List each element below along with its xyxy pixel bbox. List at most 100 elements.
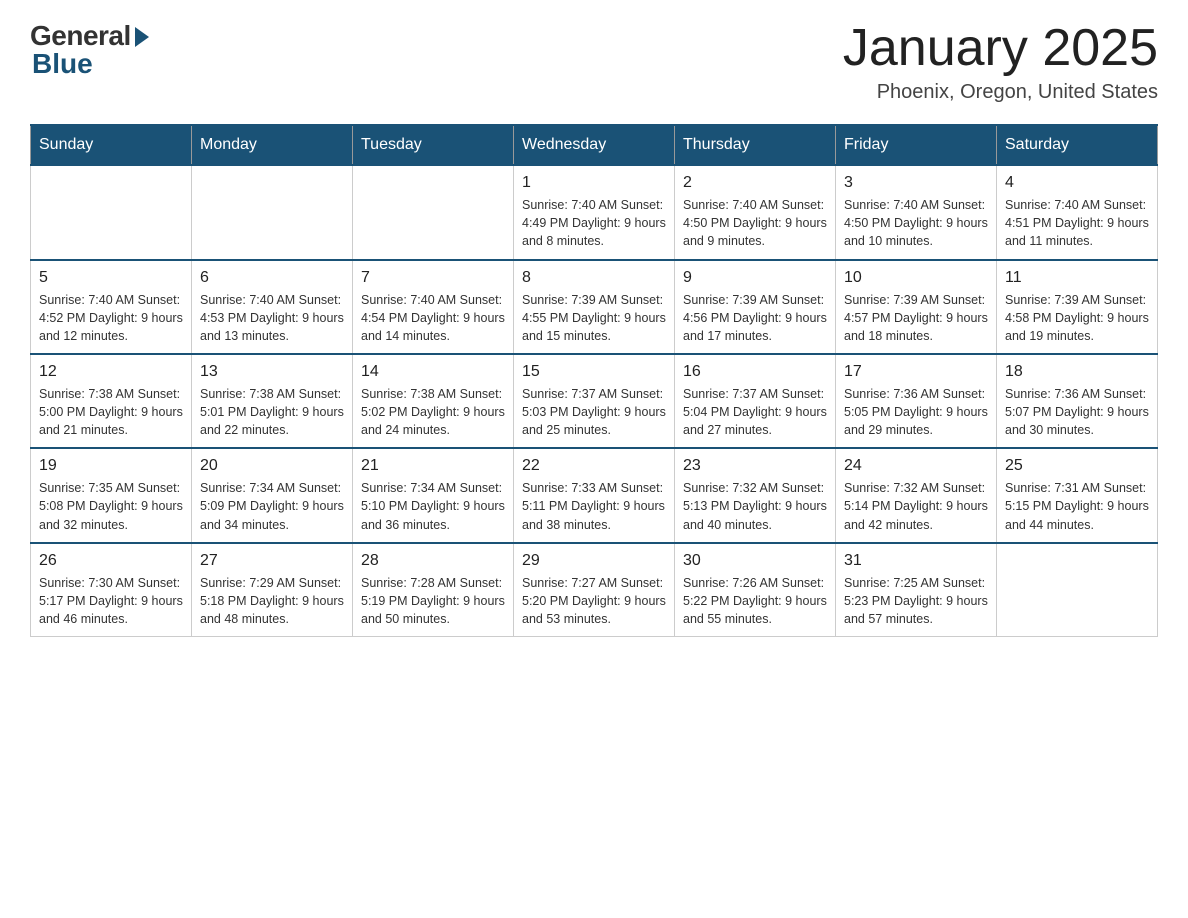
calendar-cell (31, 165, 192, 259)
day-number: 23 (683, 457, 827, 475)
day-info: Sunrise: 7:33 AM Sunset: 5:11 PM Dayligh… (522, 479, 666, 533)
day-info: Sunrise: 7:38 AM Sunset: 5:02 PM Dayligh… (361, 385, 505, 439)
day-info: Sunrise: 7:40 AM Sunset: 4:50 PM Dayligh… (683, 196, 827, 250)
calendar-cell: 4 Sunrise: 7:40 AM Sunset: 4:51 PM Daylig… (997, 165, 1158, 259)
location-text: Phoenix, Oregon, United States (843, 81, 1158, 104)
day-number: 7 (361, 269, 505, 287)
calendar-week-row: 12Sunrise: 7:38 AM Sunset: 5:00 PM Dayli… (31, 354, 1158, 448)
calendar-week-row: 19 Sunrise: 7:35 AM Sunset: 5:08 PM Dayli… (31, 448, 1158, 542)
calendar-cell: 30Sunrise: 7:26 AM Sunset: 5:22 PM Dayli… (675, 543, 836, 637)
title-section: January 2025 Phoenix, Oregon, United Sta… (843, 20, 1158, 104)
calendar-cell: 12Sunrise: 7:38 AM Sunset: 5:00 PM Dayli… (31, 354, 192, 448)
day-number: 2 (683, 174, 827, 192)
day-number: 20 (200, 457, 344, 475)
calendar-header-tuesday: Tuesday (353, 125, 514, 165)
day-number: 12 (39, 363, 183, 381)
logo: General Blue (30, 20, 149, 80)
day-info: Sunrise: 7:36 AM Sunset: 5:07 PM Dayligh… (1005, 385, 1149, 439)
calendar-cell: 18Sunrise: 7:36 AM Sunset: 5:07 PM Dayli… (997, 354, 1158, 448)
calendar-cell: 13 Sunrise: 7:38 AM Sunset: 5:01 PM Dayli… (192, 354, 353, 448)
day-info: Sunrise: 7:32 AM Sunset: 5:13 PM Dayligh… (683, 479, 827, 533)
day-info: Sunrise: 7:39 AM Sunset: 4:55 PM Dayligh… (522, 291, 666, 345)
day-number: 29 (522, 552, 666, 570)
day-number: 24 (844, 457, 988, 475)
calendar-cell: 9Sunrise: 7:39 AM Sunset: 4:56 PM Daylig… (675, 260, 836, 354)
day-info: Sunrise: 7:39 AM Sunset: 4:58 PM Dayligh… (1005, 291, 1149, 345)
logo-arrow-icon (135, 27, 149, 47)
calendar-cell: 23 Sunrise: 7:32 AM Sunset: 5:13 PM Dayli… (675, 448, 836, 542)
day-info: Sunrise: 7:40 AM Sunset: 4:53 PM Dayligh… (200, 291, 344, 345)
calendar-cell: 19 Sunrise: 7:35 AM Sunset: 5:08 PM Dayli… (31, 448, 192, 542)
day-info: Sunrise: 7:34 AM Sunset: 5:09 PM Dayligh… (200, 479, 344, 533)
calendar-cell: 14 Sunrise: 7:38 AM Sunset: 5:02 PM Dayli… (353, 354, 514, 448)
calendar-header-monday: Monday (192, 125, 353, 165)
calendar-cell (997, 543, 1158, 637)
calendar-cell (192, 165, 353, 259)
day-info: Sunrise: 7:40 AM Sunset: 4:52 PM Dayligh… (39, 291, 183, 345)
calendar-cell: 7 Sunrise: 7:40 AM Sunset: 4:54 PM Daylig… (353, 260, 514, 354)
day-number: 9 (683, 269, 827, 287)
calendar-header-row: SundayMondayTuesdayWednesdayThursdayFrid… (31, 125, 1158, 165)
calendar-cell: 11 Sunrise: 7:39 AM Sunset: 4:58 PM Dayli… (997, 260, 1158, 354)
calendar-cell: 26Sunrise: 7:30 AM Sunset: 5:17 PM Dayli… (31, 543, 192, 637)
calendar-week-row: 1 Sunrise: 7:40 AM Sunset: 4:49 PM Daylig… (31, 165, 1158, 259)
day-number: 6 (200, 269, 344, 287)
calendar-cell: 2 Sunrise: 7:40 AM Sunset: 4:50 PM Daylig… (675, 165, 836, 259)
day-info: Sunrise: 7:38 AM Sunset: 5:01 PM Dayligh… (200, 385, 344, 439)
day-number: 13 (200, 363, 344, 381)
day-number: 28 (361, 552, 505, 570)
day-info: Sunrise: 7:35 AM Sunset: 5:08 PM Dayligh… (39, 479, 183, 533)
day-info: Sunrise: 7:32 AM Sunset: 5:14 PM Dayligh… (844, 479, 988, 533)
day-info: Sunrise: 7:27 AM Sunset: 5:20 PM Dayligh… (522, 574, 666, 628)
calendar-cell: 8 Sunrise: 7:39 AM Sunset: 4:55 PM Daylig… (514, 260, 675, 354)
day-info: Sunrise: 7:40 AM Sunset: 4:51 PM Dayligh… (1005, 196, 1149, 250)
calendar-header-wednesday: Wednesday (514, 125, 675, 165)
day-info: Sunrise: 7:37 AM Sunset: 5:03 PM Dayligh… (522, 385, 666, 439)
day-number: 21 (361, 457, 505, 475)
day-number: 1 (522, 174, 666, 192)
calendar-cell: 17Sunrise: 7:36 AM Sunset: 5:05 PM Dayli… (836, 354, 997, 448)
calendar-cell (353, 165, 514, 259)
day-number: 14 (361, 363, 505, 381)
day-info: Sunrise: 7:39 AM Sunset: 4:57 PM Dayligh… (844, 291, 988, 345)
calendar-cell: 24 Sunrise: 7:32 AM Sunset: 5:14 PM Dayli… (836, 448, 997, 542)
day-number: 10 (844, 269, 988, 287)
calendar-cell: 16 Sunrise: 7:37 AM Sunset: 5:04 PM Dayli… (675, 354, 836, 448)
day-number: 22 (522, 457, 666, 475)
day-number: 4 (1005, 174, 1149, 192)
day-number: 30 (683, 552, 827, 570)
day-number: 16 (683, 363, 827, 381)
calendar-header-saturday: Saturday (997, 125, 1158, 165)
calendar-header-sunday: Sunday (31, 125, 192, 165)
day-number: 31 (844, 552, 988, 570)
calendar-cell: 6 Sunrise: 7:40 AM Sunset: 4:53 PM Daylig… (192, 260, 353, 354)
calendar-table: SundayMondayTuesdayWednesdayThursdayFrid… (30, 124, 1158, 637)
calendar-cell: 21 Sunrise: 7:34 AM Sunset: 5:10 PM Dayli… (353, 448, 514, 542)
calendar-cell: 20 Sunrise: 7:34 AM Sunset: 5:09 PM Dayli… (192, 448, 353, 542)
calendar-header-friday: Friday (836, 125, 997, 165)
calendar-cell: 10 Sunrise: 7:39 AM Sunset: 4:57 PM Dayli… (836, 260, 997, 354)
day-info: Sunrise: 7:37 AM Sunset: 5:04 PM Dayligh… (683, 385, 827, 439)
calendar-week-row: 5 Sunrise: 7:40 AM Sunset: 4:52 PM Daylig… (31, 260, 1158, 354)
day-number: 15 (522, 363, 666, 381)
calendar-cell: 25Sunrise: 7:31 AM Sunset: 5:15 PM Dayli… (997, 448, 1158, 542)
day-info: Sunrise: 7:28 AM Sunset: 5:19 PM Dayligh… (361, 574, 505, 628)
day-number: 27 (200, 552, 344, 570)
day-info: Sunrise: 7:40 AM Sunset: 4:54 PM Dayligh… (361, 291, 505, 345)
calendar-cell: 1 Sunrise: 7:40 AM Sunset: 4:49 PM Daylig… (514, 165, 675, 259)
calendar-cell: 3Sunrise: 7:40 AM Sunset: 4:50 PM Daylig… (836, 165, 997, 259)
day-info: Sunrise: 7:30 AM Sunset: 5:17 PM Dayligh… (39, 574, 183, 628)
day-info: Sunrise: 7:34 AM Sunset: 5:10 PM Dayligh… (361, 479, 505, 533)
calendar-cell: 27Sunrise: 7:29 AM Sunset: 5:18 PM Dayli… (192, 543, 353, 637)
day-number: 5 (39, 269, 183, 287)
day-info: Sunrise: 7:40 AM Sunset: 4:49 PM Dayligh… (522, 196, 666, 250)
day-number: 19 (39, 457, 183, 475)
logo-blue-text: Blue (32, 48, 93, 80)
day-number: 25 (1005, 457, 1149, 475)
calendar-cell: 29 Sunrise: 7:27 AM Sunset: 5:20 PM Dayli… (514, 543, 675, 637)
calendar-cell: 15 Sunrise: 7:37 AM Sunset: 5:03 PM Dayli… (514, 354, 675, 448)
day-number: 11 (1005, 269, 1149, 287)
calendar-cell: 22 Sunrise: 7:33 AM Sunset: 5:11 PM Dayli… (514, 448, 675, 542)
day-number: 8 (522, 269, 666, 287)
day-number: 3 (844, 174, 988, 192)
